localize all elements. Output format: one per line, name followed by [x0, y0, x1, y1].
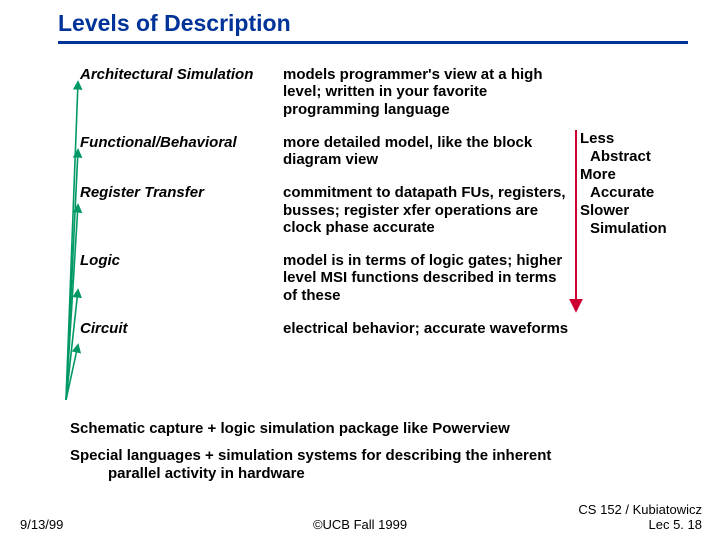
- side-line: Abstract: [580, 148, 667, 166]
- level-description: more detailed model, like the block diag…: [283, 128, 581, 179]
- note-line: Special languages + simulation systems f…: [70, 447, 680, 482]
- level-name: Circuit: [80, 314, 283, 347]
- note-text: parallel activity in hardware: [70, 465, 305, 482]
- level-description: commitment to datapath FUs, registers, b…: [283, 178, 581, 246]
- level-description: model is in terms of logic gates; higher…: [283, 246, 581, 314]
- table-row: Register Transfer commitment to datapath…: [80, 178, 581, 246]
- table-row: Logic model is in terms of logic gates; …: [80, 246, 581, 314]
- levels-table: Architectural Simulation models programm…: [80, 60, 581, 347]
- level-name: Functional/Behavioral: [80, 128, 283, 179]
- footer-right: CS 152 / Kubiatowicz Lec 5. 18: [578, 503, 702, 532]
- level-name: Register Transfer: [80, 178, 283, 246]
- side-line: Simulation: [580, 220, 667, 238]
- side-line: Slower: [580, 202, 667, 220]
- side-line: Accurate: [580, 184, 667, 202]
- footer-course: CS 152 / Kubiatowicz: [578, 502, 702, 517]
- table-row: Architectural Simulation models programm…: [80, 60, 581, 128]
- table-row: Circuit electrical behavior; accurate wa…: [80, 314, 581, 347]
- level-description: models programmer's view at a high level…: [283, 60, 581, 128]
- table-row: Functional/Behavioral more detailed mode…: [80, 128, 581, 179]
- footer-notes: Schematic capture + logic simulation pac…: [70, 420, 680, 492]
- side-line: More: [580, 166, 667, 184]
- side-line: Less: [580, 130, 667, 148]
- title-rule: [58, 41, 688, 44]
- level-name: Logic: [80, 246, 283, 314]
- abstraction-sidebar: Less Abstract More Accurate Slower Simul…: [580, 130, 667, 238]
- note-line: Schematic capture + logic simulation pac…: [70, 420, 680, 437]
- footer-center: ©UCB Fall 1999: [313, 517, 407, 532]
- footer-date: 9/13/99: [20, 517, 63, 532]
- page-title: Levels of Description: [58, 10, 720, 37]
- level-name: Architectural Simulation: [80, 60, 283, 128]
- footer-lecnum: Lec 5. 18: [649, 517, 703, 532]
- note-text: Special languages + simulation systems f…: [70, 447, 551, 464]
- level-description: electrical behavior; accurate waveforms: [283, 314, 581, 347]
